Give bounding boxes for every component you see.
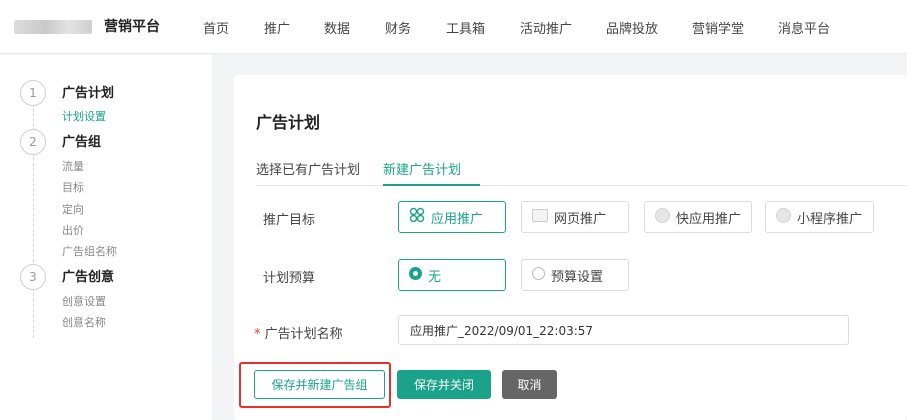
step-sub-ad-group-name[interactable]: 广告组名称 <box>62 243 117 259</box>
nav-item-marketing-academy[interactable]: 营销学堂 <box>692 18 778 37</box>
app-grid-icon <box>409 207 425 227</box>
blurred-logo <box>14 20 92 34</box>
required-mark: * <box>254 327 261 342</box>
step-sub-traffic[interactable]: 流量 <box>62 158 84 174</box>
tab-new-plan[interactable]: 新建广告计划 <box>383 159 461 178</box>
quick-app-icon <box>655 207 670 227</box>
target-option-web-label: 网页推广 <box>554 211 607 227</box>
target-label: 推广目标 <box>263 213 316 228</box>
step-number-1: 1 <box>20 80 46 106</box>
radio-unselected-icon <box>532 266 545 284</box>
nav-item-activity-promotion[interactable]: 活动推广 <box>520 18 606 37</box>
plan-name-label: * 广告计划名称 <box>254 323 343 342</box>
nav-item-data[interactable]: 数据 <box>324 18 385 37</box>
budget-label: 计划预算 <box>263 271 316 286</box>
target-option-quick-app-label: 快应用推广 <box>676 211 742 227</box>
target-option-quick-app[interactable]: 快应用推广 <box>644 201 752 233</box>
step-sub-goal[interactable]: 目标 <box>62 179 84 195</box>
step-sub-bid[interactable]: 出价 <box>62 222 84 238</box>
budget-option-none-label: 无 <box>428 269 442 285</box>
nav-item-finance[interactable]: 财务 <box>385 18 446 37</box>
nav-item-toolbox[interactable]: 工具箱 <box>446 18 520 37</box>
plan-name-label-text: 广告计划名称 <box>264 327 343 342</box>
plan-name-input[interactable] <box>398 315 849 345</box>
step-sub-targeting[interactable]: 定向 <box>62 201 84 217</box>
plan-tabs: 选择已有广告计划 新建广告计划 <box>256 159 907 186</box>
nav-item-message-platform[interactable]: 消息平台 <box>778 18 858 37</box>
step-title-ad-plan[interactable]: 广告计划 <box>62 82 114 101</box>
nav-item-promotion[interactable]: 推广 <box>264 18 324 37</box>
target-option-web[interactable]: 网页推广 <box>521 201 629 233</box>
mini-program-icon <box>776 207 791 227</box>
step-sub-plan-settings[interactable]: 计划设置 <box>62 108 106 124</box>
target-option-mini-program-label: 小程序推广 <box>797 211 863 227</box>
cancel-button[interactable]: 取消 <box>502 370 557 399</box>
top-navigation-bar: 营销平台 首页 推广 数据 财务 工具箱 活动推广 品牌投放 营销学堂 消息平台 <box>0 0 907 54</box>
budget-option-custom[interactable]: 预算设置 <box>521 259 629 291</box>
save-and-new-group-button[interactable]: 保存并新建广告组 <box>254 370 385 399</box>
step-title-ad-creative[interactable]: 广告创意 <box>62 266 114 285</box>
main-nav: 首页 推广 数据 财务 工具箱 活动推广 品牌投放 营销学堂 消息平台 <box>203 18 858 37</box>
step-title-ad-group[interactable]: 广告组 <box>62 131 101 150</box>
nav-item-home[interactable]: 首页 <box>203 18 264 37</box>
step-sub-creative-name[interactable]: 创意名称 <box>62 314 106 330</box>
active-tab-indicator <box>383 184 480 186</box>
target-option-app[interactable]: 应用推广 <box>398 201 506 233</box>
radio-selected-icon <box>409 266 422 284</box>
page-title: 广告计划 <box>256 113 321 132</box>
budget-option-custom-label: 预算设置 <box>551 269 604 285</box>
tab-select-existing-plan[interactable]: 选择已有广告计划 <box>256 159 360 178</box>
target-option-mini-program[interactable]: 小程序推广 <box>765 201 874 233</box>
step-connector <box>33 288 34 338</box>
target-option-app-label: 应用推广 <box>431 211 484 227</box>
step-number-3: 3 <box>20 264 46 290</box>
budget-option-none[interactable]: 无 <box>398 259 506 291</box>
ad-plan-card: 广告计划 选择已有广告计划 新建广告计划 推广目标 应用推广 网页推广 快应用推… <box>234 75 907 420</box>
web-page-icon <box>532 208 548 226</box>
brand-title: 营销平台 <box>104 19 160 35</box>
step-connector <box>33 153 34 262</box>
save-and-close-button[interactable]: 保存并关闭 <box>397 370 491 399</box>
nav-item-brand-placement[interactable]: 品牌投放 <box>606 18 692 37</box>
step-sidebar: 1 广告计划 计划设置 2 广告组 流量 目标 定向 出价 广告组名称 3 广告… <box>0 55 212 420</box>
step-sub-creative-settings[interactable]: 创意设置 <box>62 293 106 309</box>
step-number-2: 2 <box>20 129 46 155</box>
